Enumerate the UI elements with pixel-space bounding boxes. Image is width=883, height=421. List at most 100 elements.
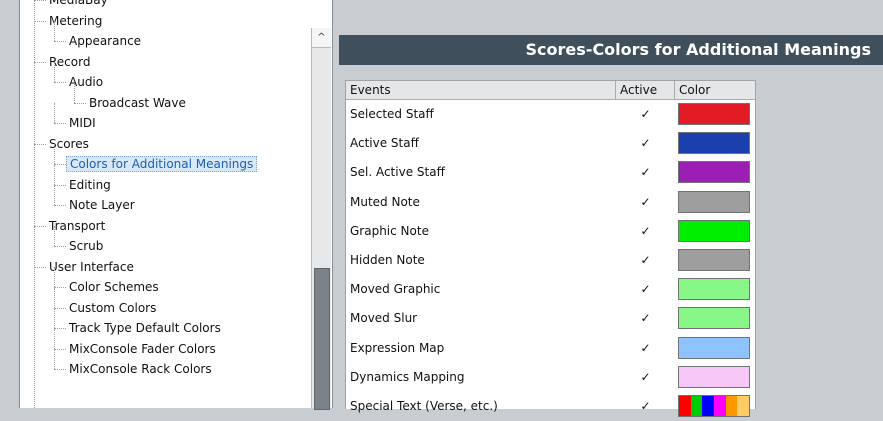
color-stripe bbox=[713, 396, 726, 416]
tree-item-appearance[interactable]: Appearance bbox=[66, 31, 144, 51]
tree-connector bbox=[54, 267, 55, 287]
tree-item-mixconsole-rack-colors[interactable]: MixConsole Rack Colors bbox=[66, 359, 215, 379]
tree-connector bbox=[54, 103, 55, 123]
colors-table: Events Active Color Selected Staff ✓ Activ… bbox=[345, 80, 756, 417]
tree-connector bbox=[54, 185, 55, 205]
tree-connector bbox=[54, 328, 66, 329]
table-row[interactable]: Muted Note ✓ bbox=[346, 188, 755, 217]
scroll-up-arrow-icon[interactable]: ^ bbox=[312, 28, 331, 48]
active-checkmark-icon[interactable]: ✓ bbox=[618, 334, 673, 363]
event-name: Moved Slur bbox=[350, 311, 418, 326]
table-row[interactable]: Dynamics Mapping ✓ bbox=[346, 363, 755, 392]
color-stripe bbox=[702, 396, 714, 416]
table-row[interactable]: Hidden Note ✓ bbox=[346, 246, 755, 275]
color-swatch[interactable] bbox=[678, 395, 750, 417]
event-name: Dynamics Mapping bbox=[350, 369, 465, 384]
color-swatch[interactable] bbox=[678, 103, 750, 125]
tree-item-scores[interactable]: Scores bbox=[46, 134, 92, 154]
active-checkmark-icon[interactable]: ✓ bbox=[618, 363, 673, 392]
tree-connector bbox=[54, 369, 66, 370]
color-stripe bbox=[725, 396, 738, 416]
active-checkmark-icon[interactable]: ✓ bbox=[618, 100, 673, 129]
tree-connector bbox=[34, 143, 46, 145]
active-checkmark-icon[interactable]: ✓ bbox=[618, 188, 673, 217]
tree-connector bbox=[34, 225, 46, 227]
color-swatch[interactable] bbox=[678, 278, 750, 301]
tree-item-note-layer[interactable]: Note Layer bbox=[66, 195, 138, 215]
tree-connector bbox=[54, 307, 66, 309]
tree-connector bbox=[54, 205, 66, 206]
tree-connector bbox=[54, 328, 55, 349]
table-row[interactable]: Expression Map ✓ bbox=[346, 334, 755, 363]
tree-item-transport[interactable]: Transport bbox=[46, 216, 108, 236]
tree-item-colors-for-additional-meanings[interactable]: Colors for Additional Meanings bbox=[66, 154, 258, 174]
tree-item-label: Track Type Default Colors bbox=[69, 321, 221, 335]
table-row[interactable]: Graphic Note ✓ bbox=[346, 217, 755, 246]
color-swatch[interactable] bbox=[678, 190, 750, 213]
tree-item-label: Scrub bbox=[69, 239, 104, 253]
tree-item-label: Editing bbox=[69, 177, 111, 192]
active-checkmark-icon[interactable]: ✓ bbox=[618, 304, 673, 333]
table-row[interactable]: Active Staff ✓ bbox=[346, 129, 755, 158]
tree-connector bbox=[54, 21, 55, 41]
page-title: Scores-Colors for Additional Meanings bbox=[339, 35, 883, 65]
tree-connector bbox=[34, 266, 46, 268]
color-stripe bbox=[737, 396, 749, 416]
tree-item-label: Colors for Additional Meanings bbox=[66, 156, 258, 172]
active-checkmark-icon[interactable]: ✓ bbox=[618, 275, 673, 304]
tree-connector bbox=[34, 0, 46, 1]
active-checkmark-icon[interactable]: ✓ bbox=[618, 246, 673, 275]
tree-connector bbox=[54, 348, 66, 350]
color-swatch[interactable] bbox=[678, 132, 750, 155]
tree-item-midi[interactable]: MIDI bbox=[66, 113, 99, 133]
table-row[interactable]: Selected Staff ✓ bbox=[346, 100, 755, 129]
tree-item-scrub[interactable]: Scrub bbox=[66, 236, 106, 256]
tree-item-broadcast-wave[interactable]: Broadcast Wave bbox=[86, 93, 189, 113]
tree-connector bbox=[54, 349, 55, 369]
tree-item-color-schemes[interactable]: Color Schemes bbox=[66, 277, 162, 297]
tree-item-label: Custom Colors bbox=[69, 300, 157, 315]
tree-connector bbox=[34, 20, 46, 22]
active-checkmark-icon[interactable]: ✓ bbox=[618, 392, 673, 421]
tree-connector bbox=[74, 102, 86, 104]
color-swatch[interactable] bbox=[678, 365, 750, 388]
color-stripe bbox=[690, 396, 703, 416]
tree-item-custom-colors[interactable]: Custom Colors bbox=[66, 298, 159, 318]
event-name: Expression Map bbox=[350, 340, 445, 355]
table-row[interactable]: Special Text (Verse, etc.) ✓ bbox=[346, 392, 755, 421]
tree-scrollbar[interactable]: ^ bbox=[311, 28, 331, 410]
tree-connector bbox=[54, 144, 55, 164]
active-checkmark-icon[interactable]: ✓ bbox=[618, 217, 673, 246]
color-swatch[interactable] bbox=[678, 249, 750, 271]
column-header-color[interactable]: Color bbox=[675, 81, 755, 99]
tree-item-audio[interactable]: Audio bbox=[66, 72, 106, 92]
active-checkmark-icon[interactable]: ✓ bbox=[618, 129, 673, 158]
tree-item-mixconsole-fader-colors[interactable]: MixConsole Fader Colors bbox=[66, 339, 219, 359]
active-checkmark-icon[interactable]: ✓ bbox=[618, 158, 673, 187]
event-name: Active Staff bbox=[350, 136, 419, 151]
tree-item-editing[interactable]: Editing bbox=[66, 175, 114, 195]
tree-connector bbox=[34, 61, 46, 63]
table-row[interactable]: Sel. Active Staff ✓ bbox=[346, 158, 755, 187]
table-row[interactable]: Moved Graphic ✓ bbox=[346, 275, 755, 304]
color-swatch[interactable] bbox=[678, 219, 750, 242]
tree-item-user-interface[interactable]: User Interface bbox=[46, 257, 137, 277]
color-swatch[interactable] bbox=[678, 307, 750, 330]
tree-item-label: Appearance bbox=[69, 34, 142, 48]
tree-item-mediabay[interactable]: MediaBay bbox=[46, 0, 111, 10]
column-header-events[interactable]: Events bbox=[346, 81, 616, 99]
tree-item-label: MixConsole Fader Colors bbox=[69, 341, 216, 356]
table-row[interactable]: Moved Slur ✓ bbox=[346, 304, 755, 333]
column-header-active[interactable]: Active bbox=[616, 81, 675, 99]
event-name: Hidden Note bbox=[350, 253, 425, 267]
tree-item-label: Note Layer bbox=[69, 198, 135, 212]
color-swatch[interactable] bbox=[678, 161, 750, 184]
tree-connector bbox=[54, 164, 55, 185]
tree-connector bbox=[54, 41, 66, 42]
tree-connector bbox=[54, 184, 66, 186]
tree-item-track-type-default-colors[interactable]: Track Type Default Colors bbox=[66, 318, 224, 338]
event-name: Moved Graphic bbox=[350, 282, 441, 297]
color-swatch[interactable] bbox=[678, 336, 750, 359]
tree-item-label: MediaBay bbox=[49, 0, 108, 7]
scroll-thumb[interactable] bbox=[314, 268, 330, 410]
